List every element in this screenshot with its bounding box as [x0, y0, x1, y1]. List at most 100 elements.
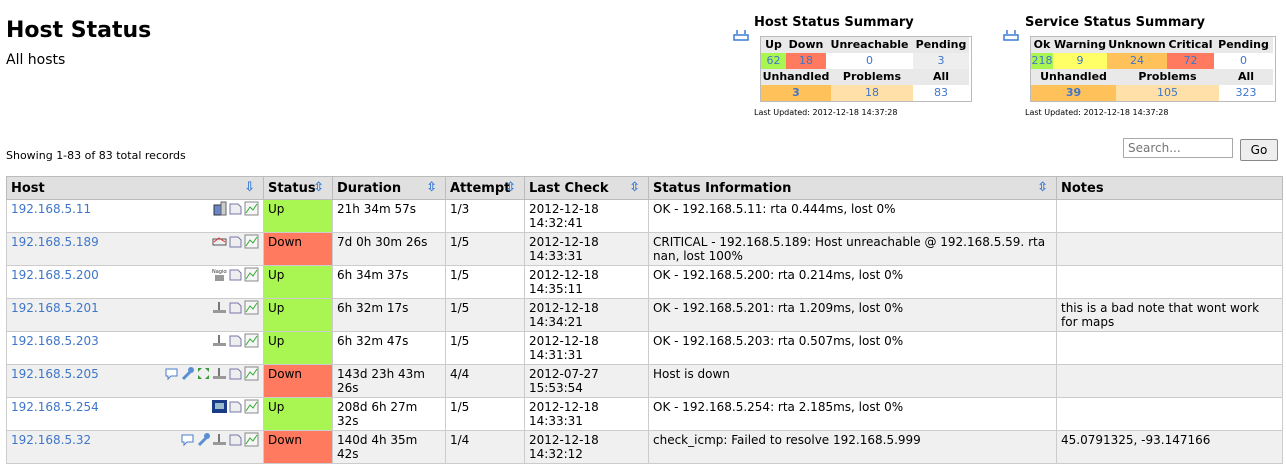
- notes-icon[interactable]: [228, 201, 243, 216]
- host-cell: 192.168.5.254: [6, 397, 264, 431]
- service-summary-table: Ok Warning Unknown Critical Pending 218 …: [1030, 36, 1276, 102]
- host-link[interactable]: 192.168.5.32: [11, 433, 91, 447]
- wrench-icon[interactable]: [180, 366, 195, 381]
- svc-all-header: All: [1219, 69, 1273, 85]
- host-summary-title: Host Status Summary: [754, 15, 914, 30]
- host-problems-count[interactable]: 18: [831, 85, 913, 101]
- sort-icon[interactable]: ⇳: [505, 180, 516, 195]
- svc-warning-count[interactable]: 9: [1053, 53, 1107, 69]
- host-link[interactable]: 192.168.5.201: [11, 301, 99, 315]
- host-up-header: Up: [761, 37, 786, 53]
- svc-problems-count[interactable]: 105: [1116, 85, 1219, 101]
- expand-icon[interactable]: [196, 366, 211, 381]
- comment-icon[interactable]: [180, 432, 195, 447]
- column-duration[interactable]: Duration ⇳: [332, 176, 446, 200]
- network-icon[interactable]: [212, 300, 227, 315]
- attempt-cell: 1/5: [445, 265, 525, 299]
- column-status-information[interactable]: Status Information ⇳: [648, 176, 1057, 200]
- search-input[interactable]: [1123, 138, 1233, 158]
- status-cell: Up: [263, 397, 333, 431]
- server-icon[interactable]: [212, 201, 227, 216]
- device-icon[interactable]: [212, 234, 227, 249]
- host-summary-updated: Last Updated: 2012-12-18 14:37:28: [754, 108, 898, 117]
- host-summary-table: Up Down Unreachable Pending 62 18 0 3 Un…: [760, 36, 972, 102]
- host-pending-count[interactable]: 3: [913, 53, 969, 69]
- network-icon[interactable]: [212, 432, 227, 447]
- host-icons: [212, 201, 259, 216]
- page-title: Host Status: [6, 18, 152, 43]
- notes-icon[interactable]: [228, 234, 243, 249]
- sort-icon[interactable]: ⇳: [629, 180, 640, 195]
- host-pending-header: Pending: [913, 37, 969, 53]
- svc-unhandled-count[interactable]: 39: [1031, 85, 1116, 101]
- notes-icon[interactable]: [228, 366, 243, 381]
- sort-icon[interactable]: ⇳: [426, 180, 437, 195]
- host-link[interactable]: 192.168.5.200: [11, 268, 99, 282]
- graph-icon[interactable]: [244, 432, 259, 447]
- comment-icon[interactable]: [164, 366, 179, 381]
- attempt-cell: 1/5: [445, 397, 525, 431]
- sort-icon[interactable]: ⇳: [1037, 180, 1048, 195]
- host-unhandled-count[interactable]: 3: [761, 85, 831, 101]
- monitor-icon[interactable]: [212, 399, 227, 414]
- column-duration-label: Duration: [337, 180, 402, 196]
- last-check-cell: 2012-12-18 14:31:31: [524, 331, 649, 365]
- host-unreachable-count[interactable]: 0: [826, 53, 913, 69]
- table-row: 192.168.5.32 Down 140d 4h 35m 42s 1/4 2012-1…: [6, 430, 1283, 464]
- graph-icon[interactable]: [244, 333, 259, 348]
- svc-unknown-count[interactable]: 24: [1107, 53, 1167, 69]
- notes-cell: [1056, 232, 1283, 266]
- notes-icon[interactable]: [228, 432, 243, 447]
- notes-cell: [1056, 199, 1283, 233]
- column-host[interactable]: Host ⇩: [6, 176, 264, 200]
- network-icon[interactable]: [212, 366, 227, 381]
- duration-cell: 143d 23h 43m 26s: [332, 364, 446, 398]
- graph-icon[interactable]: [244, 300, 259, 315]
- notes-icon[interactable]: [228, 267, 243, 282]
- notes-icon[interactable]: [228, 333, 243, 348]
- graph-icon[interactable]: [244, 267, 259, 282]
- network-icon[interactable]: [733, 28, 749, 42]
- graph-icon[interactable]: [244, 399, 259, 414]
- host-up-count[interactable]: 62: [761, 53, 786, 69]
- graph-icon[interactable]: [244, 201, 259, 216]
- network-icon[interactable]: [212, 333, 227, 348]
- column-last-check[interactable]: Last Check ⇳: [524, 176, 649, 200]
- graph-icon[interactable]: [244, 234, 259, 249]
- notes-icon[interactable]: [228, 399, 243, 414]
- column-status[interactable]: Status ⇳: [263, 176, 333, 200]
- host-cell: 192.168.5.32: [6, 430, 264, 464]
- host-link[interactable]: 192.168.5.205: [11, 367, 99, 381]
- host-cell: 192.168.5.11: [6, 199, 264, 233]
- table-header-row: Host ⇩ Status ⇳ Duration ⇳ Attempt ⇳ Last Ch…: [6, 176, 1283, 200]
- svc-all-count[interactable]: 323: [1219, 85, 1273, 101]
- host-all-count[interactable]: 83: [913, 85, 969, 101]
- graph-icon[interactable]: [244, 366, 259, 381]
- go-button[interactable]: Go: [1240, 139, 1278, 161]
- attempt-cell: 1/5: [445, 232, 525, 266]
- duration-cell: 6h 32m 47s: [332, 331, 446, 365]
- duration-cell: 6h 32m 17s: [332, 298, 446, 332]
- host-icons: [212, 399, 259, 414]
- svc-critical-count[interactable]: 72: [1167, 53, 1214, 69]
- host-link[interactable]: 192.168.5.203: [11, 334, 99, 348]
- column-attempt[interactable]: Attempt ⇳: [445, 176, 525, 200]
- svc-ok-count[interactable]: 218: [1031, 53, 1053, 69]
- notes-icon[interactable]: [228, 300, 243, 315]
- nagios-icon[interactable]: Nagios: [212, 267, 229, 282]
- host-table: Host ⇩ Status ⇳ Duration ⇳ Attempt ⇳ Last Ch…: [6, 176, 1283, 464]
- wrench-icon[interactable]: [196, 432, 211, 447]
- svc-unknown-header: Unknown: [1107, 37, 1167, 53]
- host-link[interactable]: 192.168.5.254: [11, 400, 99, 414]
- sort-icon[interactable]: ⇩: [244, 180, 255, 195]
- sort-icon[interactable]: ⇳: [313, 180, 324, 195]
- host-link[interactable]: 192.168.5.189: [11, 235, 99, 249]
- duration-cell: 140d 4h 35m 42s: [332, 430, 446, 464]
- network-icon[interactable]: [1003, 28, 1019, 42]
- svc-pending-count[interactable]: 0: [1214, 53, 1273, 69]
- host-down-count[interactable]: 18: [786, 53, 826, 69]
- host-link[interactable]: 192.168.5.11: [11, 202, 91, 216]
- table-row: 192.168.5.189 Down 7d 0h 30m 26s 1/5 2012-12…: [6, 232, 1283, 266]
- host-down-header: Down: [786, 37, 826, 53]
- service-summary-title: Service Status Summary: [1025, 15, 1206, 30]
